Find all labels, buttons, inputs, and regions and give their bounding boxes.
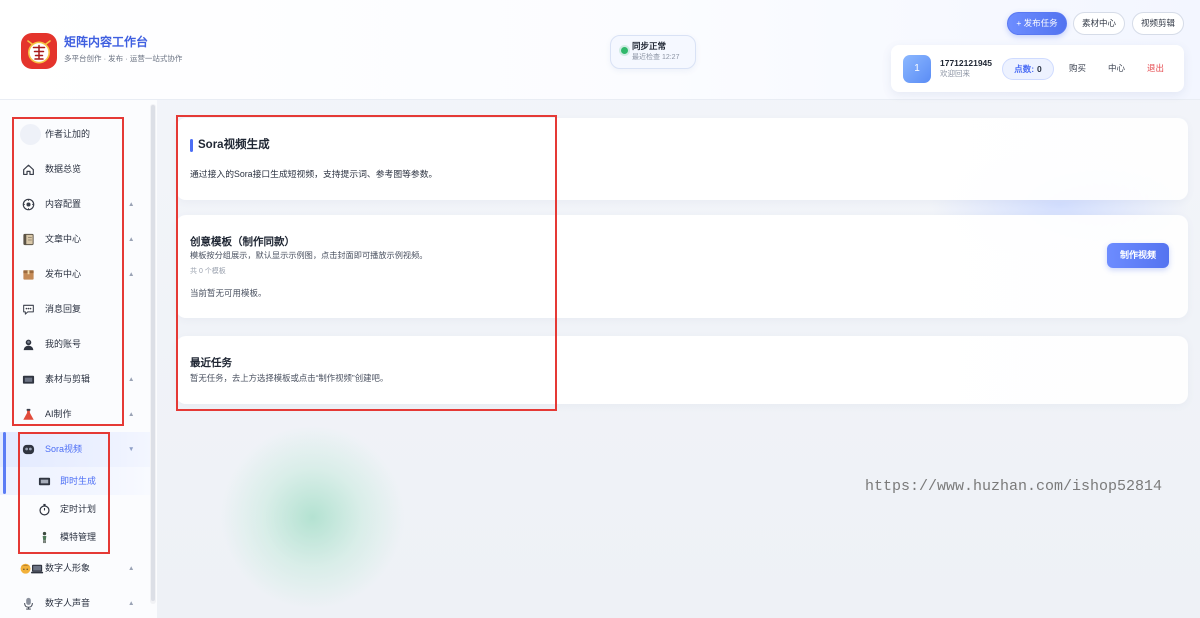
sidebar-item-materials-editing[interactable]: 素材与剪辑 ▲ [0,362,150,397]
house-icon [22,163,35,176]
templates-count: 共 0 个模板 [190,268,226,275]
stopwatch-icon [38,503,51,516]
sidebar-subitem-instant-generate[interactable]: 即时生成 [0,467,150,495]
microphone-icon [22,597,35,610]
user-greeting: 欢迎回来 [940,69,970,78]
sidebar-subitem-label: 模特管理 [60,532,97,542]
sidebar-item-dashboard[interactable]: 数据总览 [0,152,150,187]
templates-title: 创意模板（制作同款） [190,236,295,248]
sidebar: 作者让加的 数据总览 内容配置 ▲ 文章中心 ▲ 发布中心 ▲ 消息回复 我的账… [0,100,157,618]
sidebar-item-label: 素材与剪辑 [45,374,91,384]
templates-card: 创意模板（制作同款） 模板按分组展示，默认显示示例图，点击封面即可播放示例视频。… [176,215,1188,318]
chat-bubble-icon [22,303,35,316]
package-icon [22,268,35,281]
chevron-up-icon[interactable]: ▲ [128,257,134,292]
video-camera-icon [22,443,35,456]
sidebar-item-label: 消息回复 [45,304,82,314]
app-subtitle: 多平台创作 · 发布 · 运营一站式协作 [64,54,183,63]
sidebar-item-label: AI制作 [45,409,72,419]
sidebar-subitem-scheduled-plan[interactable]: 定时计划 [0,495,150,523]
sidebar-item-label: 文章中心 [45,234,82,244]
sidebar-item-label: 作者让加的 [45,129,91,139]
sidebar-nav: 作者让加的 数据总览 内容配置 ▲ 文章中心 ▲ 发布中心 ▲ 消息回复 我的账… [0,117,150,618]
chevron-down-icon[interactable]: ▼ [128,432,134,467]
sidebar-item-label: 数字人声音 [45,598,91,608]
points-label: 点数: [1014,64,1035,74]
film-frame-icon [38,475,51,488]
sidebar-item-label: 数据总览 [45,164,82,174]
templates-description: 模板按分组展示，默认显示示例图，点击封面即可播放示例视频。 [190,251,428,260]
blank-circle-icon [20,124,41,145]
avatar-laptop-icon [20,562,44,575]
recent-tasks-title: 最近任务 [190,357,232,369]
user-card: 1 17712121945 欢迎回来 点数: 0 购买 中心 退出 [891,45,1184,92]
sidebar-scrollbar-thumb[interactable] [151,105,155,601]
sidebar-item-content-config[interactable]: 内容配置 ▲ [0,187,150,222]
user-phone: 17712121945 [940,58,993,68]
points-badge[interactable]: 点数: 0 [1002,58,1054,80]
user-silhouette-icon [22,338,35,351]
sidebar-item-articles[interactable]: 文章中心 ▲ [0,222,150,257]
logout-link[interactable]: 退出 [1147,63,1164,73]
chevron-up-icon[interactable]: ▲ [128,362,134,397]
sidebar-scrollbar[interactable] [150,104,156,604]
background-glow-green [220,425,405,610]
sidebar-item-sora-video[interactable]: Sora视频 ▼ [0,432,150,467]
avatar[interactable]: 1 [903,55,931,83]
sidebar-item-digital-human-avatar[interactable]: 数字人形象 ▲ [0,551,150,586]
sidebar-item-label: 内容配置 [45,199,82,209]
recent-tasks-card: 最近任务 暂无任务，去上方选择模板或点击“制作视频”创建吧。 [176,336,1188,404]
buy-link[interactable]: 购买 [1069,63,1086,73]
settings-icon [22,198,35,211]
make-video-button[interactable]: 制作视频 [1107,243,1169,268]
model-figure-icon [38,531,51,544]
page-description: 通过接入的Sora接口生成短视频，支持提示词、参考图等参数。 [190,169,438,179]
sidebar-item-label: 数字人形象 [45,563,91,573]
active-indicator [3,432,6,494]
user-center-link[interactable]: 中心 [1108,63,1125,73]
status-dot-icon [621,47,628,54]
status-label: 同步正常 [632,41,667,51]
flask-icon [22,408,35,421]
status-detail: 最近检查 12:27 [632,54,680,61]
app-title: 矩阵内容工作台 [64,35,149,49]
sidebar-subitem-model-management[interactable]: 模特管理 [0,523,150,551]
film-icon [22,373,35,386]
video-edit-button[interactable]: 视频剪辑 [1132,12,1184,35]
notebook-icon [22,233,35,246]
sidebar-item-publish-center[interactable]: 发布中心 ▲ [0,257,150,292]
watermark-text: https://www.huzhan.com/ishop52814 [865,478,1163,495]
sidebar-item-author-added[interactable]: 作者让加的 [0,117,150,152]
page-title: Sora视频生成 [198,139,270,151]
chevron-up-icon[interactable]: ▲ [128,397,134,432]
templates-empty-message: 当前暂无可用模板。 [190,288,267,298]
publish-task-button[interactable]: + 发布任务 [1007,12,1067,35]
materials-center-button[interactable]: 素材中心 [1073,12,1125,35]
sidebar-item-my-account[interactable]: 我的账号 [0,327,150,362]
chevron-up-icon[interactable]: ▲ [128,187,134,222]
sidebar-item-label: 我的账号 [45,339,82,349]
chevron-up-icon[interactable]: ▲ [128,551,134,586]
sidebar-item-messages[interactable]: 消息回复 [0,292,150,327]
chevron-up-icon[interactable]: ▲ [128,222,134,257]
sidebar-subitem-label: 定时计划 [60,504,97,514]
sidebar-item-label: Sora视频 [45,444,83,454]
chevron-up-icon[interactable]: ▲ [128,586,134,618]
recent-tasks-empty-message: 暂无任务，去上方选择模板或点击“制作视频”创建吧。 [190,373,389,383]
sync-status: 同步正常 最近检查 12:27 [610,35,696,69]
app-logo[interactable] [20,32,58,70]
title-accent-bar [190,139,193,152]
sora-intro-card: Sora视频生成 通过接入的Sora接口生成短视频，支持提示词、参考图等参数。 [176,118,1188,200]
sidebar-subitem-label: 即时生成 [60,476,97,486]
sidebar-item-label: 发布中心 [45,269,82,279]
top-header: 矩阵内容工作台 多平台创作 · 发布 · 运营一站式协作 同步正常 最近检查 1… [0,0,1200,100]
points-value: 0 [1037,64,1042,74]
sidebar-item-digital-human-voice[interactable]: 数字人声音 ▲ [0,586,150,618]
sidebar-item-ai-creation[interactable]: AI制作 ▲ [0,397,150,432]
